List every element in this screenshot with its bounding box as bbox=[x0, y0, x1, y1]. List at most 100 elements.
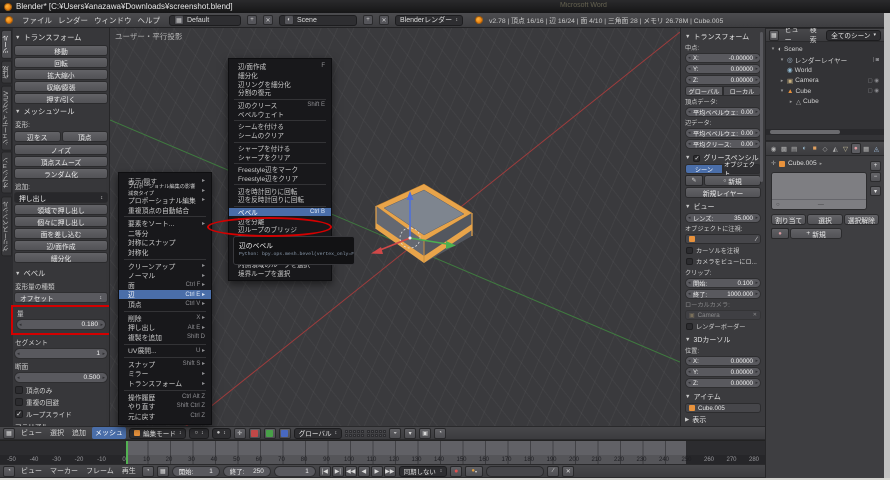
layout-add-button[interactable]: + bbox=[247, 15, 257, 25]
layer-cell[interactable] bbox=[375, 430, 378, 433]
properties-tab-6[interactable]: ◭ bbox=[831, 143, 840, 154]
np-view-header[interactable]: ▼ ビュー bbox=[685, 202, 761, 212]
timeline-menu-ビュー[interactable]: ビュー bbox=[18, 465, 45, 477]
tool-button[interactable]: 面を差し込む bbox=[14, 228, 108, 239]
outliner-filter-dropdown[interactable]: 全てのシーン ▾ bbox=[826, 30, 881, 41]
layer-cell[interactable] bbox=[361, 430, 364, 433]
filter-icon[interactable]: ○ bbox=[776, 202, 780, 208]
local-button[interactable]: ローカル bbox=[723, 86, 761, 96]
layer-cell[interactable] bbox=[353, 430, 356, 433]
layer-cell[interactable] bbox=[383, 430, 386, 433]
assign-button[interactable]: 割り当て bbox=[771, 214, 806, 225]
bevel-segments-slider[interactable]: 1 bbox=[14, 348, 108, 359]
layer-cell[interactable] bbox=[361, 434, 364, 437]
restriction-icons[interactable]: ▢ ◉ bbox=[867, 88, 882, 94]
properties-tab-10[interactable]: ◬ bbox=[872, 143, 881, 154]
layer-cell[interactable] bbox=[357, 430, 360, 433]
outliner-row[interactable]: ▾◎レンダーレイヤー| ◙ bbox=[768, 55, 882, 66]
n-panel-scrollbar[interactable] bbox=[760, 32, 763, 182]
timeline-menu-マーカー[interactable]: マーカー bbox=[47, 465, 81, 477]
topbar-menu-レンダー[interactable]: レンダー bbox=[55, 15, 91, 26]
lock-cursor-checkbox[interactable] bbox=[686, 247, 693, 254]
tool-button[interactable]: 領域で押し出し bbox=[14, 204, 108, 215]
edge-menu-item[interactable]: 分割の復元 bbox=[229, 88, 331, 97]
lock-camera-checkbox[interactable] bbox=[686, 258, 693, 265]
mean-bevel-weight-edge-slider[interactable]: 平均ベベルウェ: 0.00 bbox=[685, 128, 761, 138]
timeline-menu-再生[interactable]: 再生 bbox=[119, 465, 139, 477]
mesh-menu-item[interactable]: やり直すShift Ctrl Z bbox=[119, 401, 211, 411]
edge-menu-item[interactable]: シームのクリア bbox=[229, 131, 331, 140]
record-button[interactable]: ● bbox=[450, 466, 462, 477]
edge-menu-item[interactable]: ベベルウェイト bbox=[229, 109, 331, 118]
transform-panel-header[interactable]: ▼ トランスフォーム bbox=[15, 33, 107, 43]
properties-tab-2[interactable]: ▤ bbox=[790, 143, 799, 154]
bevel-profile-slider[interactable]: 0.500 bbox=[14, 372, 108, 383]
layer-cell[interactable] bbox=[383, 434, 386, 437]
eyedropper-icon[interactable]: ∕ bbox=[756, 236, 757, 243]
topbar-menu-ファイル[interactable]: ファイル bbox=[19, 15, 55, 26]
shelf-tab[interactable]: オプション bbox=[1, 152, 12, 194]
np-item-header[interactable]: ▼ アイテム bbox=[685, 392, 761, 402]
view3d-menu-追加[interactable]: 追加 bbox=[69, 427, 89, 439]
scene-delete-button[interactable]: ✕ bbox=[379, 15, 389, 25]
frame-start-field[interactable]: 開始: 1 bbox=[172, 466, 220, 477]
list-grip[interactable]: — bbox=[818, 202, 824, 208]
layer-cell[interactable] bbox=[353, 434, 356, 437]
properties-tab-0[interactable]: ◉ bbox=[769, 143, 778, 154]
manipulator-rotate-button[interactable] bbox=[264, 428, 276, 439]
tool-button[interactable]: 拡大縮小 bbox=[14, 69, 108, 80]
outliner-scrollbar[interactable] bbox=[770, 130, 840, 134]
cursor-axis-slider[interactable]: Y:0.00000 bbox=[685, 367, 761, 377]
shading-dropdown[interactable]: ○ ↕ bbox=[189, 428, 208, 439]
render-border-checkbox[interactable] bbox=[686, 323, 693, 330]
edge-menu-item[interactable]: 境界ループを選択 bbox=[229, 268, 331, 277]
autokey-mode-dropdown[interactable]: ● ▾ bbox=[465, 466, 483, 477]
layers-widget[interactable] bbox=[345, 430, 386, 437]
outliner-view-menu[interactable]: ビュー bbox=[782, 28, 804, 46]
keying-set-clear-button[interactable]: ✕ bbox=[562, 466, 574, 477]
grease-scene-tab[interactable]: シーン bbox=[685, 164, 723, 174]
orientation-dropdown[interactable]: グローバル ↕ bbox=[294, 428, 342, 439]
layer-cell[interactable] bbox=[371, 430, 374, 433]
sync-dropdown[interactable]: 同期しない ↕ bbox=[399, 466, 447, 477]
snap-element-dropdown[interactable]: ▾ bbox=[404, 428, 416, 439]
layer-cell[interactable] bbox=[379, 430, 382, 433]
outliner-row[interactable]: ▸▣Camera▢ ◉ bbox=[768, 76, 882, 87]
tool-button[interactable]: 細分化 bbox=[14, 252, 108, 263]
select-button[interactable]: 選択 bbox=[807, 214, 842, 225]
manipulator-toggle-button[interactable]: ✛ bbox=[234, 428, 246, 439]
checkbox[interactable] bbox=[15, 386, 23, 394]
view3d-menu-ビュー[interactable]: ビュー bbox=[18, 427, 45, 439]
close-icon[interactable]: ✕ bbox=[753, 312, 757, 318]
edge-menu-item[interactable]: シャープをクリア bbox=[229, 152, 331, 161]
bevel-width-type-dropdown[interactable]: オフセット ↕ bbox=[14, 292, 108, 303]
outliner-row[interactable]: ▸△Cube bbox=[768, 97, 882, 108]
shelf-tab[interactable]: シェーディング/UV bbox=[1, 86, 12, 151]
layer-cell[interactable] bbox=[345, 430, 348, 433]
topbar-menu-ウィンドウ[interactable]: ウィンドウ bbox=[91, 15, 135, 26]
mesh-menu-item[interactable]: 重複頂点の自動結合 bbox=[119, 205, 211, 215]
manipulator-scale-button[interactable] bbox=[279, 428, 291, 439]
layer-cell[interactable] bbox=[349, 434, 352, 437]
layer-grid-2[interactable] bbox=[367, 430, 386, 437]
shelf-tab[interactable]: グリースペンシル bbox=[1, 196, 12, 256]
current-frame-field[interactable]: 1 bbox=[274, 466, 316, 477]
slot-add-button[interactable]: + bbox=[870, 161, 881, 171]
editor-type-button[interactable]: ▦ bbox=[769, 30, 779, 41]
scene-add-button[interactable]: + bbox=[363, 15, 373, 25]
np-transform-header[interactable]: ▼ トランスフォーム bbox=[685, 32, 761, 42]
layer-grid-1[interactable] bbox=[345, 430, 364, 437]
median-axis-slider[interactable]: X:-0.00000 bbox=[685, 53, 761, 63]
keying-set-insert-button[interactable]: ∕ bbox=[547, 466, 559, 477]
properties-tab-8[interactable]: ● bbox=[851, 143, 860, 154]
extrude-button[interactable]: 押し出し ↕ bbox=[14, 192, 108, 203]
mesh-menu-item[interactable]: 面Ctrl F ▸ bbox=[119, 280, 211, 290]
shelf-tab[interactable]: ツール bbox=[1, 30, 12, 59]
playback-button[interactable]: ◀◀ bbox=[345, 466, 357, 477]
frame-end-field[interactable]: 終了: 250 bbox=[223, 466, 271, 477]
playback-button[interactable]: ▶▶ bbox=[384, 466, 396, 477]
tool-button[interactable]: 辺をス bbox=[14, 131, 61, 142]
np-display-header[interactable]: ▶ 表示 bbox=[685, 415, 761, 425]
grease-new-button[interactable]: ○ 新規 bbox=[704, 175, 761, 186]
screen-layout-selector[interactable]: ▦ Default bbox=[169, 15, 241, 26]
